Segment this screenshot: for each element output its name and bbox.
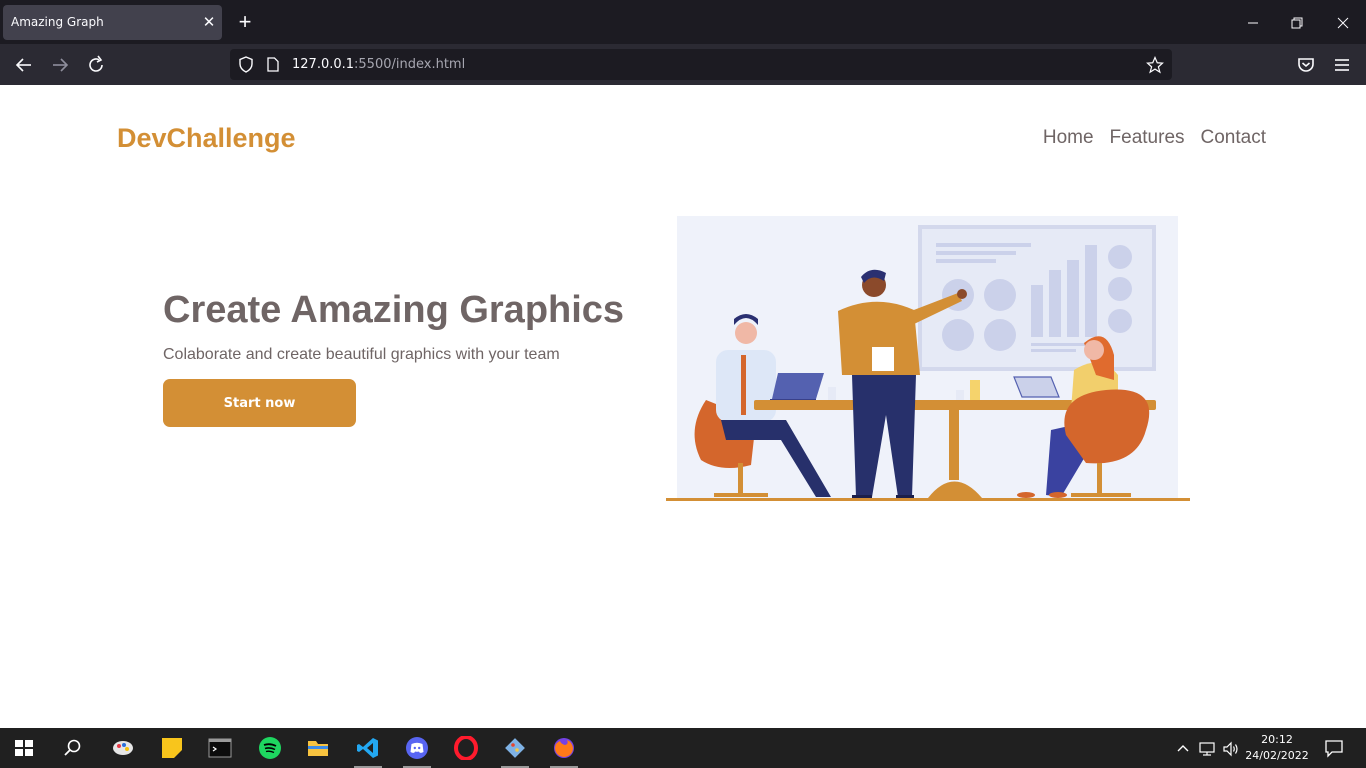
site-nav: Home Features Contact <box>1043 127 1266 149</box>
page-info-icon[interactable] <box>267 57 279 72</box>
web-page: DevChallenge Home Features Contact Creat… <box>0 85 1366 728</box>
taskbar-terminal[interactable] <box>196 728 244 768</box>
reload-icon[interactable] <box>84 53 108 77</box>
volume-icon[interactable] <box>1222 740 1240 758</box>
restore-icon[interactable] <box>1286 12 1308 34</box>
taskbar-discord[interactable] <box>393 728 441 768</box>
back-icon[interactable] <box>12 53 36 77</box>
git-icon <box>505 738 525 758</box>
chevron-up-icon[interactable] <box>1174 740 1192 758</box>
pocket-icon[interactable] <box>1294 53 1318 77</box>
firefox-icon <box>554 738 574 758</box>
notification-center-icon[interactable] <box>1324 738 1344 758</box>
bookmark-star-icon[interactable] <box>1146 56 1164 74</box>
start-now-button[interactable]: Start now <box>163 379 356 427</box>
system-clock[interactable]: 20:12 24/02/2022 <box>1242 732 1312 764</box>
network-icon[interactable] <box>1198 740 1216 758</box>
site-logo[interactable]: DevChallenge <box>117 123 296 154</box>
tab-close-icon[interactable]: ✕ <box>199 13 219 33</box>
spotify-icon <box>259 737 281 759</box>
taskbar-paint[interactable] <box>99 728 147 768</box>
taskbar-sticky-notes[interactable] <box>148 728 196 768</box>
discord-icon <box>406 737 428 759</box>
url-host: 127.0.0.1 <box>292 57 355 72</box>
nav-contact[interactable]: Contact <box>1201 127 1266 149</box>
browser-tab[interactable]: Amazing Graph ✕ <box>3 5 222 40</box>
start-button[interactable] <box>0 728 48 768</box>
opera-icon <box>454 736 478 760</box>
clock-time: 20:12 <box>1261 733 1293 746</box>
taskbar-vscode[interactable] <box>344 728 392 768</box>
close-window-icon[interactable] <box>1332 12 1354 34</box>
taskbar-firefox[interactable] <box>540 728 588 768</box>
hero-subtitle: Colaborate and create beautiful graphics… <box>163 346 560 363</box>
taskbar: 20:12 24/02/2022 <box>0 728 1366 768</box>
new-tab-button[interactable]: + <box>232 9 258 35</box>
taskbar-spotify[interactable] <box>246 728 294 768</box>
browser-toolbar: 127.0.0.1:5500/index.html <box>0 44 1366 85</box>
vscode-icon <box>357 738 378 758</box>
paint-icon <box>113 741 133 755</box>
nav-home[interactable]: Home <box>1043 127 1094 149</box>
shield-icon[interactable] <box>238 56 254 73</box>
minimize-icon[interactable] <box>1242 12 1264 34</box>
hero-title: Create Amazing Graphics <box>163 289 625 331</box>
tab-title: Amazing Graph <box>11 15 104 29</box>
taskbar-file-explorer[interactable] <box>294 728 342 768</box>
menu-icon[interactable] <box>1330 53 1354 77</box>
taskbar-git[interactable] <box>491 728 539 768</box>
url-text: 127.0.0.1:5500/index.html <box>292 57 465 72</box>
windows-logo-icon <box>15 740 33 756</box>
terminal-icon <box>208 738 232 758</box>
taskbar-search-button[interactable] <box>48 728 96 768</box>
forward-icon[interactable] <box>48 53 72 77</box>
taskbar-opera[interactable] <box>442 728 490 768</box>
team-meeting-illustration <box>666 216 1190 501</box>
nav-features[interactable]: Features <box>1110 127 1185 149</box>
url-path: :5500/index.html <box>354 57 466 72</box>
address-bar[interactable]: 127.0.0.1:5500/index.html <box>230 49 1172 80</box>
clock-date: 24/02/2022 <box>1245 749 1309 762</box>
folder-icon <box>308 741 328 756</box>
search-icon <box>64 739 81 756</box>
browser-tab-strip: Amazing Graph ✕ + <box>0 0 1366 44</box>
sticky-notes-icon <box>162 738 182 758</box>
